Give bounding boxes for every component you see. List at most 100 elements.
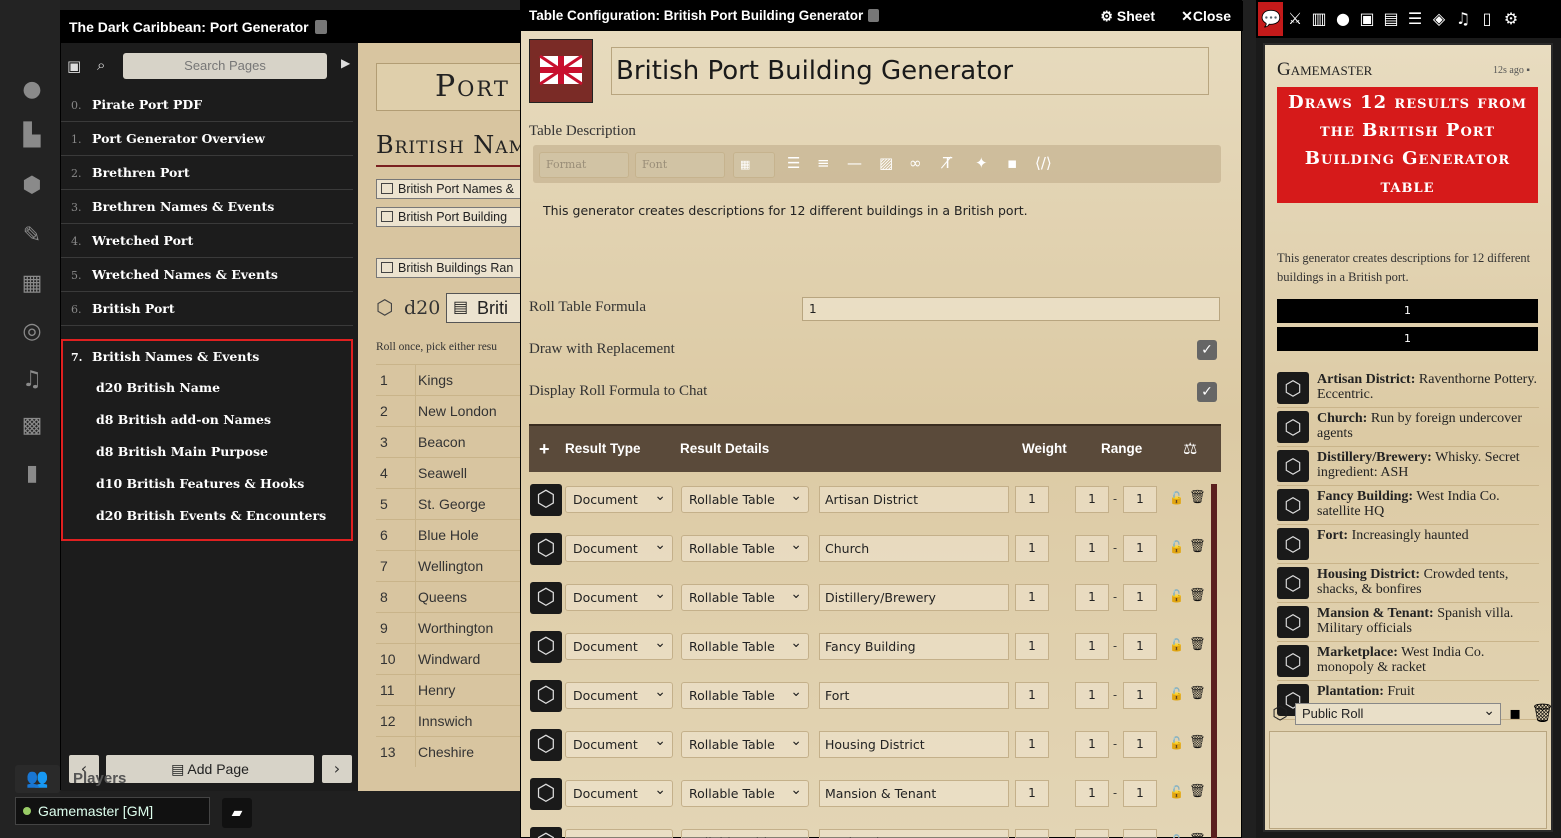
result-image-icon[interactable]: ⬡: [530, 484, 562, 516]
document-type-select[interactable]: Rollable Table: [681, 827, 809, 838]
result-details-input[interactable]: Fort: [819, 682, 1009, 709]
walls-icon[interactable]: ▦: [18, 270, 46, 298]
result-type-select[interactable]: Document: [565, 680, 673, 709]
settings-icon[interactable]: ⚙: [1499, 7, 1523, 31]
result-details-input[interactable]: Distillery/Brewery: [819, 584, 1009, 611]
result-details-input[interactable]: Artisan District: [819, 486, 1009, 513]
document-type-select[interactable]: Rollable Table: [681, 631, 809, 660]
sound-icon[interactable]: ♫: [18, 366, 46, 394]
save-icon[interactable]: ▪: [1007, 154, 1017, 172]
toc-item[interactable]: 0. Pirate Port PDF: [61, 89, 353, 122]
weight-input[interactable]: 1: [1015, 780, 1049, 807]
formula-input[interactable]: 1: [802, 297, 1220, 321]
delete-result-icon[interactable]: 🗑: [1189, 784, 1206, 799]
delete-message-icon[interactable]: ▪: [1526, 65, 1530, 76]
table-link[interactable]: British Buildings Ran: [376, 258, 531, 278]
folder-icon[interactable]: ▰: [222, 798, 252, 828]
normalize-weights-icon[interactable]: ⚖: [1183, 426, 1197, 472]
player-entry[interactable]: Gamemaster [GM]: [15, 797, 210, 825]
range-high-input[interactable]: 1: [1123, 584, 1157, 611]
range-high-input[interactable]: 1: [1123, 486, 1157, 513]
toc-subheading[interactable]: d8 British add-on Names: [96, 412, 271, 427]
result-image-icon[interactable]: ⬡: [530, 582, 562, 614]
document-type-select[interactable]: Rollable Table: [681, 680, 809, 709]
lighting-icon[interactable]: ◎: [18, 318, 46, 346]
result-image-icon[interactable]: ⬡: [530, 827, 562, 838]
notes-icon[interactable]: ▮: [18, 460, 46, 488]
table-name-input[interactable]: British Port Building Generator: [611, 47, 1209, 95]
document-type-select[interactable]: Rollable Table: [681, 484, 809, 513]
result-details-input[interactable]: Mansion & Tenant: [819, 780, 1009, 807]
document-id-icon[interactable]: [868, 9, 880, 22]
weight-input[interactable]: 1: [1015, 633, 1049, 660]
horizontal-rule-icon[interactable]: —: [847, 154, 862, 172]
unlock-icon[interactable]: 🔓: [1169, 736, 1184, 750]
export-log-icon[interactable]: ▪: [1509, 703, 1521, 724]
weight-input[interactable]: [1015, 829, 1049, 838]
add-result-icon[interactable]: +: [539, 426, 550, 472]
unlock-icon[interactable]: 🔓: [1169, 785, 1184, 799]
range-low-input[interactable]: 1: [1075, 731, 1109, 758]
players-icon[interactable]: 👥: [15, 765, 60, 793]
numbered-list-icon[interactable]: ≡: [817, 154, 830, 172]
code-icon[interactable]: ⟨/⟩: [1035, 154, 1052, 172]
toc-item-active[interactable]: 7. British Names & Events: [61, 341, 353, 374]
chat-icon[interactable]: 💬: [1259, 7, 1283, 31]
range-high-input[interactable]: 1: [1123, 731, 1157, 758]
magic-wand-icon[interactable]: ✦: [975, 154, 988, 172]
table-link[interactable]: British Port Building: [376, 207, 531, 227]
cards-icon[interactable]: ◈: [1427, 7, 1451, 31]
table-link[interactable]: British Port Names &: [376, 179, 531, 199]
description-editor[interactable]: This generator creates descriptions for …: [543, 203, 1028, 218]
range-low-input[interactable]: 1: [1075, 780, 1109, 807]
delete-result-icon[interactable]: 🗑: [1189, 490, 1206, 505]
result-type-select[interactable]: Document: [565, 631, 673, 660]
range-high-input[interactable]: 1: [1123, 780, 1157, 807]
toc-item[interactable]: 1. Port Generator Overview: [61, 123, 353, 156]
font-select[interactable]: Font: [635, 152, 725, 178]
regions-icon[interactable]: ▩: [18, 412, 46, 440]
result-image-icon[interactable]: ⬡: [530, 631, 562, 663]
document-type-select[interactable]: Rollable Table: [681, 582, 809, 611]
clear-format-icon[interactable]: T̸: [943, 154, 952, 172]
toc-subheading[interactable]: d10 British Features & Hooks: [96, 476, 304, 491]
journal-titlebar[interactable]: The Dark Caribbean: Port Generator: [61, 11, 531, 43]
playlists-icon[interactable]: ♫: [1451, 7, 1475, 31]
draw-icon[interactable]: ✎: [18, 222, 46, 250]
result-type-select[interactable]: Document: [565, 729, 673, 758]
toc-item[interactable]: 5. Wretched Names & Events: [61, 259, 353, 292]
items-icon[interactable]: ▣: [1355, 7, 1379, 31]
range-high-input[interactable]: [1123, 829, 1157, 838]
sheet-button[interactable]: ⚙ Sheet: [1100, 1, 1155, 31]
collapse-sidebar-icon[interactable]: ▣: [67, 57, 81, 75]
clear-log-icon[interactable]: 🗑: [1531, 703, 1554, 724]
result-image-icon[interactable]: ⬡: [530, 680, 562, 712]
delete-result-icon[interactable]: 🗑: [1189, 833, 1206, 838]
toc-item[interactable]: 2. Brethren Port: [61, 157, 353, 190]
bullet-list-icon[interactable]: ☰: [787, 154, 800, 172]
toc-item[interactable]: 4. Wretched Port: [61, 225, 353, 258]
delete-result-icon[interactable]: 🗑: [1189, 735, 1206, 750]
compendium-icon[interactable]: ▯: [1475, 7, 1499, 31]
unlock-icon[interactable]: 🔓: [1169, 638, 1184, 652]
result-image-icon[interactable]: ⬡: [530, 729, 562, 761]
unlock-icon[interactable]: 🔓: [1169, 589, 1184, 603]
unlock-icon[interactable]: 🔓: [1169, 687, 1184, 701]
range-low-input[interactable]: 1: [1075, 682, 1109, 709]
toc-item[interactable]: 6. British Port: [61, 293, 353, 326]
roll-total-bar[interactable]: 1: [1277, 327, 1538, 351]
roll-mode-select[interactable]: Public Roll: [1295, 700, 1501, 725]
tiles-icon[interactable]: ⬢: [18, 172, 46, 200]
range-low-input[interactable]: 1: [1075, 633, 1109, 660]
unlock-icon[interactable]: 🔓: [1169, 834, 1184, 838]
actors-icon[interactable]: ●: [1331, 7, 1355, 31]
d20-roll-link[interactable]: ⬡ d20 ▤ Briti: [376, 293, 531, 327]
toc-item[interactable]: 3. Brethren Names & Events: [61, 191, 353, 224]
combat-icon[interactable]: ⚔: [1283, 7, 1307, 31]
scenes-icon[interactable]: ▥: [1307, 7, 1331, 31]
weight-input[interactable]: 1: [1015, 535, 1049, 562]
result-type-select[interactable]: Document: [565, 827, 673, 838]
range-high-input[interactable]: 1: [1123, 535, 1157, 562]
delete-result-icon[interactable]: 🗑: [1189, 637, 1206, 652]
document-id-icon[interactable]: [314, 20, 327, 34]
